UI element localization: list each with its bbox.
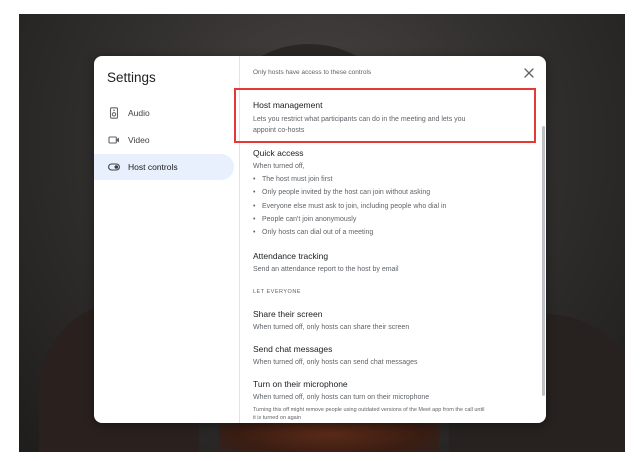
- close-button[interactable]: [522, 66, 536, 80]
- setting-title: Attendance tracking: [253, 251, 329, 261]
- scrollbar-thumb[interactable]: [542, 126, 545, 396]
- setting-title: Quick access: [253, 148, 304, 158]
- close-icon: [524, 68, 534, 78]
- dialog-title: Settings: [107, 70, 156, 85]
- setting-title: Send chat messages: [253, 344, 333, 354]
- highlight-box: [234, 88, 536, 143]
- setting-description: Send an attendance report to the host by…: [253, 266, 399, 273]
- sidebar-item-video[interactable]: Video: [94, 127, 234, 153]
- host-only-note: Only hosts have access to these controls: [253, 69, 372, 76]
- setting-microphone: Turn on their microphone When turned off…: [253, 379, 522, 422]
- setting-description: When turned off, only hosts can send cha…: [253, 359, 418, 366]
- setting-description: When turned off, only hosts can share th…: [253, 324, 410, 331]
- toggle-icon: [108, 161, 120, 173]
- sidebar-item-label: Video: [128, 135, 150, 145]
- list-item: The host must join first: [253, 173, 522, 187]
- settings-sidebar: Settings Audio Video Host controls: [94, 56, 240, 423]
- microphone-warning-note: Turning this off might remove people usi…: [253, 407, 485, 421]
- sidebar-item-host-controls[interactable]: Host controls: [94, 154, 234, 180]
- setting-send-chat: Send chat messages When turned off, only…: [253, 344, 522, 368]
- video-camera-icon: [108, 134, 120, 146]
- setting-title: Turn on their microphone: [253, 379, 348, 389]
- setting-attendance-tracking: Attendance tracking Send an attendance r…: [253, 251, 522, 275]
- setting-quick-access: Quick access When turned off, The host m…: [253, 148, 522, 240]
- list-item: Everyone else must ask to join, includin…: [253, 200, 522, 214]
- sidebar-item-label: Audio: [128, 108, 150, 118]
- sidebar-item-audio[interactable]: Audio: [94, 100, 234, 126]
- scrollbar[interactable]: [541, 86, 546, 420]
- list-item: Only people invited by the host can join…: [253, 186, 522, 200]
- list-item: People can't join anonymously: [253, 213, 522, 227]
- setting-title: Share their screen: [253, 309, 323, 319]
- list-item: Only hosts can dial out of a meeting: [253, 226, 522, 240]
- quick-access-bullet-list: The host must join first Only people inv…: [253, 173, 522, 240]
- section-label: LET EVERYONE: [253, 289, 301, 295]
- setting-share-screen: Share their screen When turned off, only…: [253, 309, 522, 333]
- setting-description: When turned off,: [253, 163, 305, 170]
- sidebar-item-label: Host controls: [128, 162, 178, 172]
- setting-description: When turned off, only hosts can turn on …: [253, 394, 430, 401]
- speaker-icon: [108, 107, 120, 119]
